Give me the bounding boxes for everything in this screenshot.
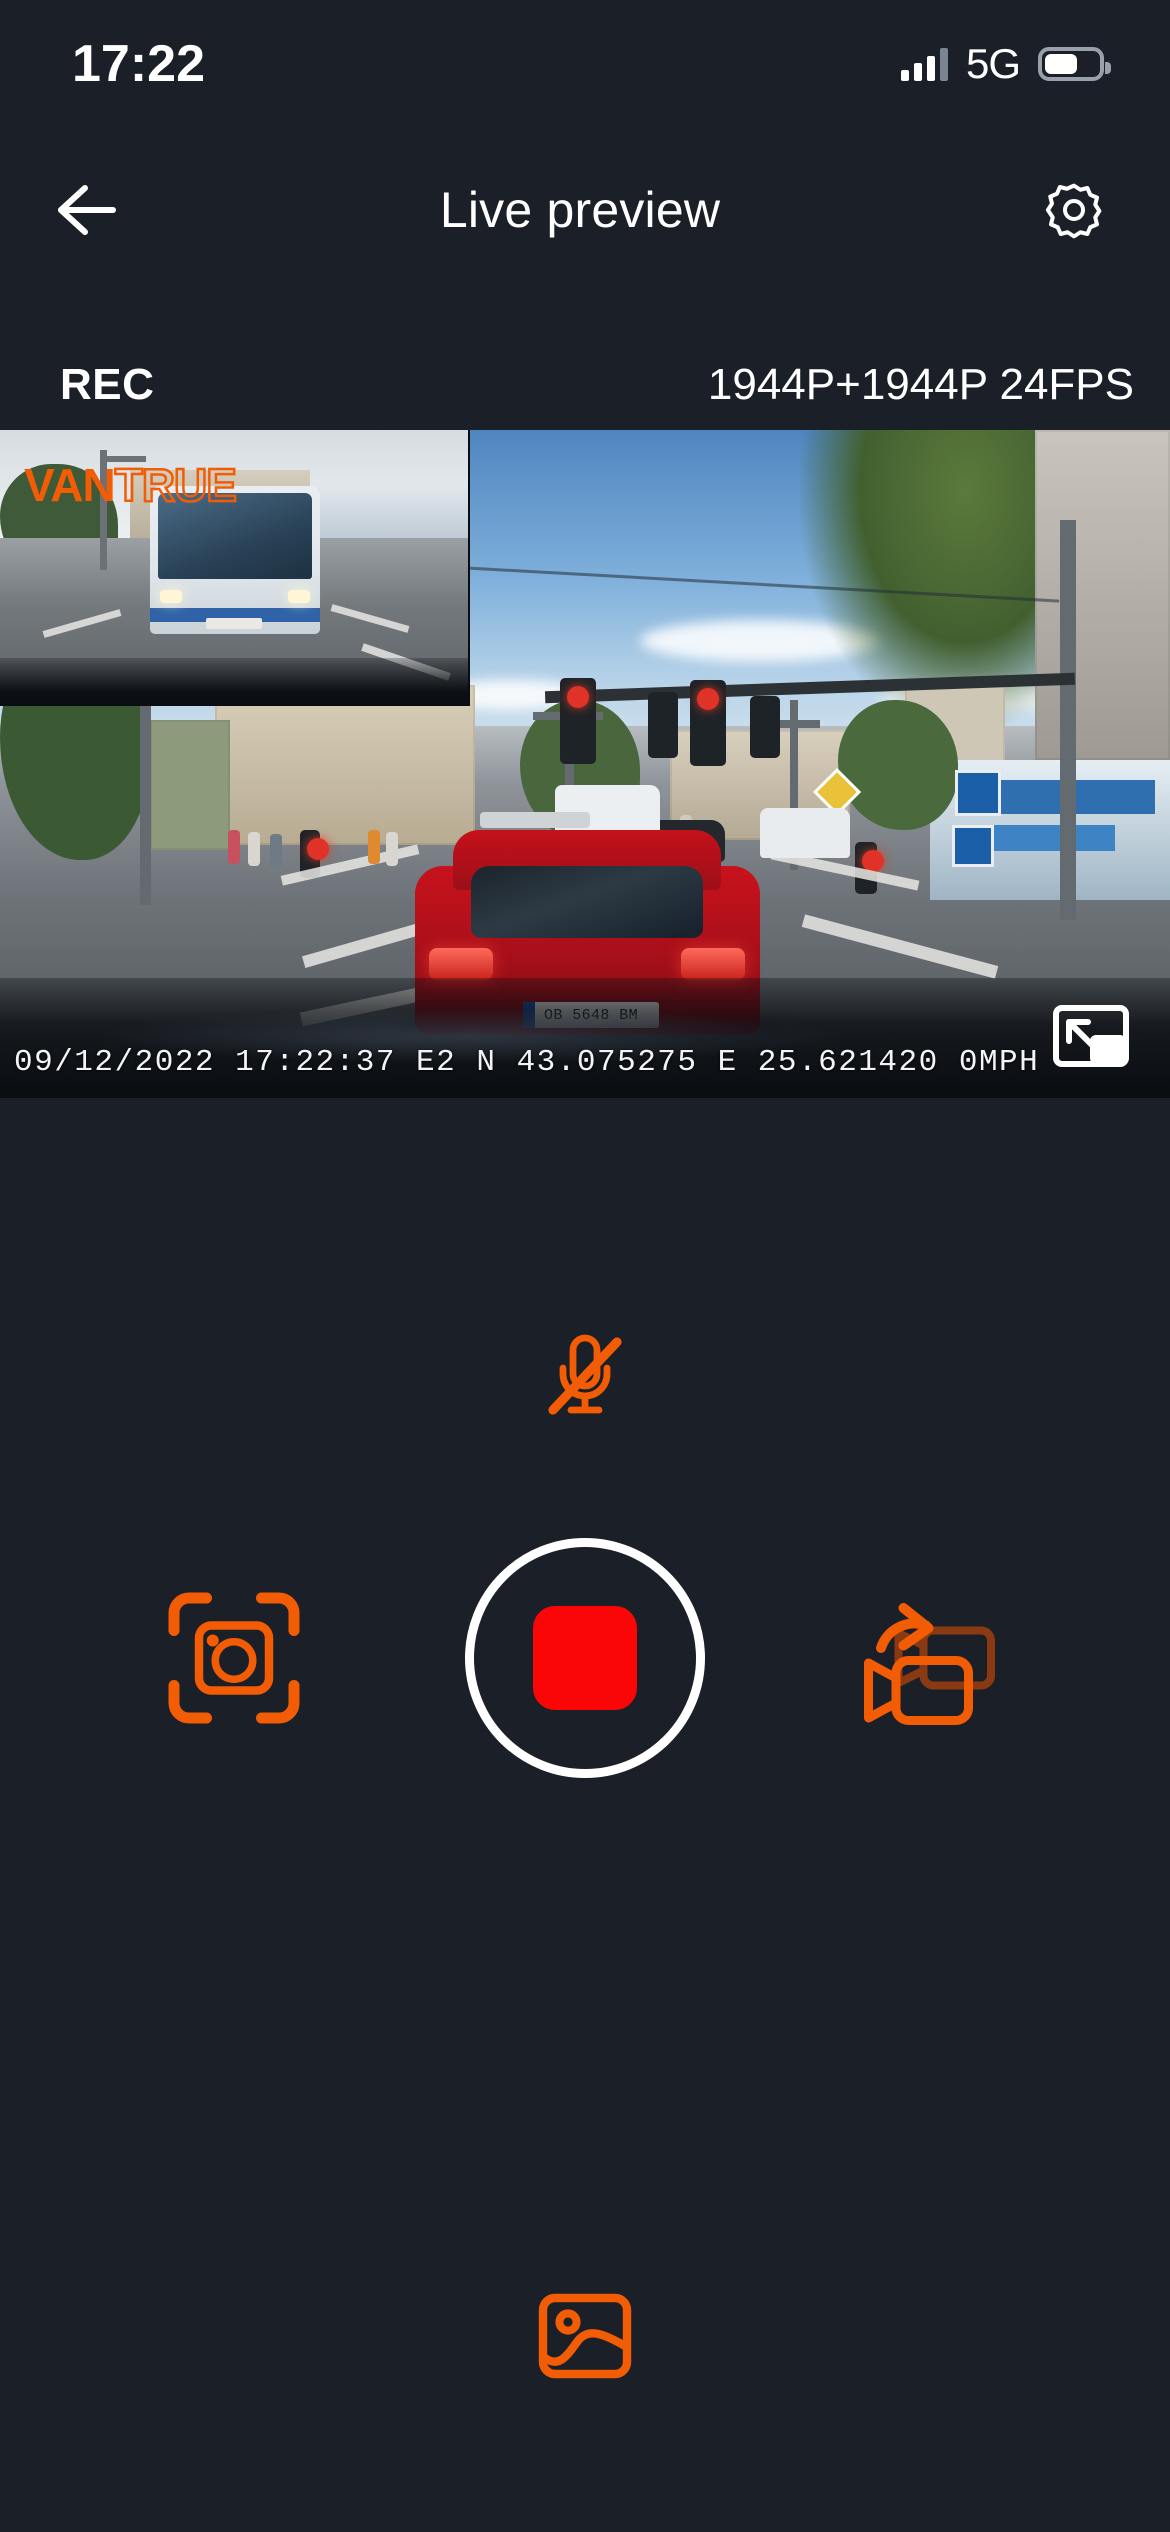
status-bar-time: 17:22 (72, 35, 205, 93)
pedestrian (368, 830, 380, 864)
traffic-light (750, 696, 780, 758)
gallery-image-icon (538, 2293, 632, 2379)
snapshot-button[interactable] (144, 1568, 324, 1748)
vehicle (760, 808, 850, 858)
main-control-row (0, 1538, 1170, 1778)
settings-button[interactable] (1026, 162, 1122, 258)
resolution-label: 1944P+1944P 24FPS (707, 360, 1134, 409)
navigation-bar: Live preview (0, 150, 1170, 270)
vantrue-watermark: VAN TRUE (24, 459, 238, 511)
stream-info-row: REC 1944P+1944P 24FPS (0, 340, 1170, 430)
rec-status-label: REC (60, 360, 155, 409)
pip-hood-overlay (0, 658, 468, 704)
pip-swap-button[interactable] (1052, 1004, 1130, 1068)
gear-icon (1045, 183, 1102, 239)
building (1035, 430, 1170, 760)
pedestrian (228, 830, 240, 864)
vehicle-roof-rack (480, 812, 590, 828)
signal-bars-icon (900, 47, 948, 81)
page-title: Live preview (439, 182, 721, 238)
watermark-solid-text: VAN (24, 459, 116, 511)
watermark-outline-text: TRUE (113, 459, 238, 511)
building (150, 720, 230, 850)
utility-pole (1060, 520, 1076, 920)
camera-snapshot-icon (168, 1592, 300, 1724)
pedestrian (270, 834, 282, 868)
record-stop-button[interactable] (465, 1538, 705, 1778)
picture-in-picture-swap-icon (1053, 1005, 1129, 1067)
traffic-light (560, 678, 596, 764)
arrow-left-icon (58, 185, 116, 235)
road-sign (955, 770, 1001, 816)
gallery-button[interactable] (520, 2276, 650, 2396)
road-sign (952, 825, 994, 867)
stop-record-icon (533, 1606, 637, 1710)
pedestrian (386, 832, 398, 866)
microphone-muted-icon (548, 1334, 622, 1415)
live-preview-video[interactable]: OB 5648 BM VAN TRUE 09/12/2022 17:22:37 (0, 430, 1170, 1098)
traffic-light (690, 680, 726, 766)
building (215, 685, 475, 845)
microphone-toggle-button[interactable] (525, 1314, 645, 1434)
battery-icon (1038, 47, 1111, 81)
pedestrian (248, 832, 260, 866)
camera-switch-icon (864, 1603, 995, 1725)
back-button[interactable] (38, 162, 134, 258)
controls-panel (0, 1098, 1170, 2532)
network-type-label: 5G (965, 40, 1021, 87)
status-bar-indicators: 5G (900, 40, 1111, 88)
video-osd-overlay: 09/12/2022 17:22:37 E2 N 43.075275 E 25.… (14, 1045, 1040, 1080)
camera-switch-button[interactable] (846, 1568, 1026, 1748)
status-bar: 17:22 5G (0, 0, 1170, 120)
traffic-light (648, 692, 678, 758)
